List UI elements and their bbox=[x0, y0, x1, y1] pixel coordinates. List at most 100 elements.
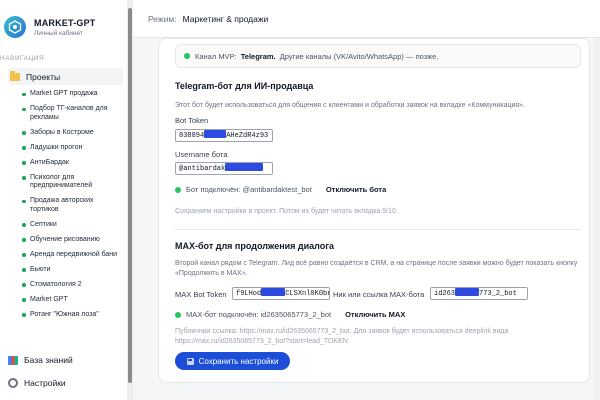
max-token-label: MAX Bot Token bbox=[175, 290, 227, 299]
mode-label: Режим: bbox=[148, 13, 177, 24]
notice-prefix: Канал MVP: bbox=[195, 51, 237, 61]
redaction-mark bbox=[261, 288, 286, 296]
nav-heading: НАВИГАЦИЯ bbox=[0, 55, 45, 62]
project-label: Подбор ТГ-каналов для рекламы bbox=[30, 105, 108, 121]
project-item[interactable]: Ладушки прогон bbox=[22, 144, 124, 153]
gear-icon bbox=[8, 378, 18, 388]
telegram-status: Бот подключён: @antibardaktest_bot Отклю… bbox=[175, 185, 386, 194]
save-settings-button[interactable]: Сохранить настройки bbox=[175, 352, 290, 370]
project-label: Ротанг "Южная лоза" bbox=[30, 310, 99, 318]
disconnect-bot-button[interactable]: Отключить бота bbox=[326, 185, 386, 194]
project-label: Бьюти bbox=[30, 265, 51, 273]
max-token-end: CLSXnl0K0br bbox=[285, 290, 330, 298]
username-label: Username бота bbox=[175, 150, 228, 159]
max-status-text: MAX-бот подключён: id2635065773_2_bot bbox=[186, 310, 332, 319]
project-item[interactable]: АнтиБардак bbox=[22, 159, 124, 168]
project-label: Стоматология 2 bbox=[30, 280, 82, 288]
bullet-icon bbox=[22, 107, 26, 111]
channel-notice: Канал MVP: Telegram. Другие каналы (VK/A… bbox=[175, 44, 581, 68]
max-description: Второй канал рядом с Telegram. Лид всё р… bbox=[175, 260, 578, 277]
project-item[interactable]: Market GPT продажа bbox=[22, 90, 124, 99]
sidebar-item-label: Настройки bbox=[24, 378, 66, 388]
brand-title: MARKET-GPT bbox=[34, 17, 96, 28]
max-nick-label: Ник или ссылка MAX-бота bbox=[333, 290, 425, 299]
main-scrollbar[interactable] bbox=[594, 38, 600, 400]
project-label: Аренда передвижной бани bbox=[30, 250, 118, 258]
telegram-section-title: Telegram-бот для ИИ-продавца bbox=[175, 81, 314, 91]
project-list: Market GPT продажа Подбор ТГ-каналов для… bbox=[22, 90, 124, 326]
bullet-icon bbox=[22, 161, 26, 165]
sidebar-item-knowledge-base[interactable]: База знаний bbox=[8, 355, 123, 365]
telegram-hint: Сохраняем настройки в проект. Потом их б… bbox=[175, 208, 398, 215]
project-label: Продажа авторских тортиков bbox=[30, 197, 94, 213]
project-item[interactable]: Психолог для предпринимателей bbox=[22, 174, 124, 191]
save-button-label: Сохранить настройки bbox=[198, 356, 279, 366]
telegram-description: Этот бот будет использоваться для общени… bbox=[175, 102, 526, 109]
notice-channel: Telegram. bbox=[240, 51, 276, 61]
bullet-icon bbox=[22, 176, 26, 180]
max-public-link: Публичная ссылка: https://max.ru/id26350… bbox=[175, 328, 509, 345]
brand[interactable]: MARKET-GPT Личный кабинет bbox=[4, 12, 96, 42]
project-item[interactable]: Ротанг "Южная лоза" bbox=[22, 311, 124, 320]
bullet-icon bbox=[22, 313, 26, 317]
project-label: АнтиБардак bbox=[30, 158, 69, 166]
max-status: MAX-бот подключён: id2635065773_2_bot От… bbox=[175, 310, 405, 319]
project-item[interactable]: Аренда передвижной бани bbox=[22, 251, 124, 260]
project-item[interactable]: Подбор ТГ-каналов для рекламы bbox=[22, 105, 124, 122]
section-divider bbox=[175, 229, 580, 230]
username-start: @antibardak bbox=[179, 165, 226, 173]
project-item[interactable]: Market GPT bbox=[22, 296, 124, 305]
project-label: Market GPT bbox=[30, 295, 68, 303]
project-label: Септики bbox=[30, 220, 57, 228]
bullet-icon bbox=[22, 92, 26, 96]
brand-subtitle: Личный кабинет bbox=[34, 29, 83, 37]
project-item[interactable]: Стоматология 2 bbox=[22, 281, 124, 290]
save-icon bbox=[186, 357, 194, 365]
sidebar-item-label: База знаний bbox=[24, 355, 73, 365]
logo-icon bbox=[4, 16, 26, 38]
redaction-mark bbox=[204, 130, 227, 138]
project-label: Ладушки прогон bbox=[30, 143, 83, 151]
redaction-mark bbox=[455, 288, 480, 296]
token-start: 838894 bbox=[179, 132, 205, 140]
project-item[interactable]: Продажа авторских тортиков bbox=[22, 197, 124, 214]
bullet-icon bbox=[22, 253, 26, 257]
bullet-icon bbox=[22, 238, 26, 242]
bullet-icon bbox=[22, 283, 26, 287]
redaction-mark bbox=[225, 163, 264, 171]
bot-token-label: Bot Token bbox=[175, 116, 209, 125]
project-label: Market GPT продажа bbox=[30, 90, 98, 97]
sidebar-item-settings[interactable]: Настройки bbox=[8, 378, 123, 388]
bullet-icon bbox=[22, 268, 26, 272]
scrollbar-thumb[interactable] bbox=[128, 8, 132, 383]
status-dot-icon bbox=[175, 311, 181, 318]
max-section-title: MAX-бот для продолжения диалога bbox=[175, 241, 335, 251]
project-item[interactable]: Обучение рисованию bbox=[22, 236, 124, 245]
books-icon bbox=[8, 355, 18, 365]
bullet-icon bbox=[22, 298, 26, 302]
max-token-start: f9LHod bbox=[236, 290, 262, 298]
sidebar: MARKET-GPT Личный кабинет НАВИГАЦИЯ Прое… bbox=[0, 0, 127, 400]
username-input[interactable]: @antibardak bbox=[175, 162, 273, 175]
status-dot-icon bbox=[175, 186, 181, 193]
project-label: Психолог для предпринимателей bbox=[30, 173, 93, 190]
project-label: Заборы в Костроме bbox=[30, 128, 94, 136]
token-end: AHeZdR4z93 bbox=[226, 132, 269, 140]
bullet-icon bbox=[22, 223, 26, 227]
project-label: Обучение рисованию bbox=[30, 235, 100, 243]
bullet-icon bbox=[22, 146, 26, 150]
topbar: Режим: Маркетинг & продажи bbox=[133, 0, 600, 38]
max-nick-end: 773_2_bot bbox=[479, 290, 517, 298]
bot-token-input[interactable]: 838894 AHeZdR4z93 bbox=[175, 129, 273, 142]
max-token-input[interactable]: f9LHod CLSXnl0K0br bbox=[232, 287, 330, 300]
project-item[interactable]: Бьюти bbox=[22, 266, 124, 275]
sidebar-item-label: Проекты bbox=[26, 71, 61, 82]
max-nick-input[interactable]: id263 773_2_bot bbox=[430, 287, 528, 300]
project-item[interactable]: Заборы в Костроме bbox=[22, 129, 124, 138]
max-nick-start: id263 bbox=[434, 290, 456, 298]
project-item[interactable]: Септики bbox=[22, 221, 124, 230]
mode-value[interactable]: Маркетинг & продажи bbox=[183, 14, 269, 24]
bullet-icon bbox=[22, 131, 26, 135]
sidebar-item-projects[interactable]: Проекты bbox=[8, 68, 123, 85]
disconnect-max-button[interactable]: Отключить MAX bbox=[345, 310, 405, 319]
